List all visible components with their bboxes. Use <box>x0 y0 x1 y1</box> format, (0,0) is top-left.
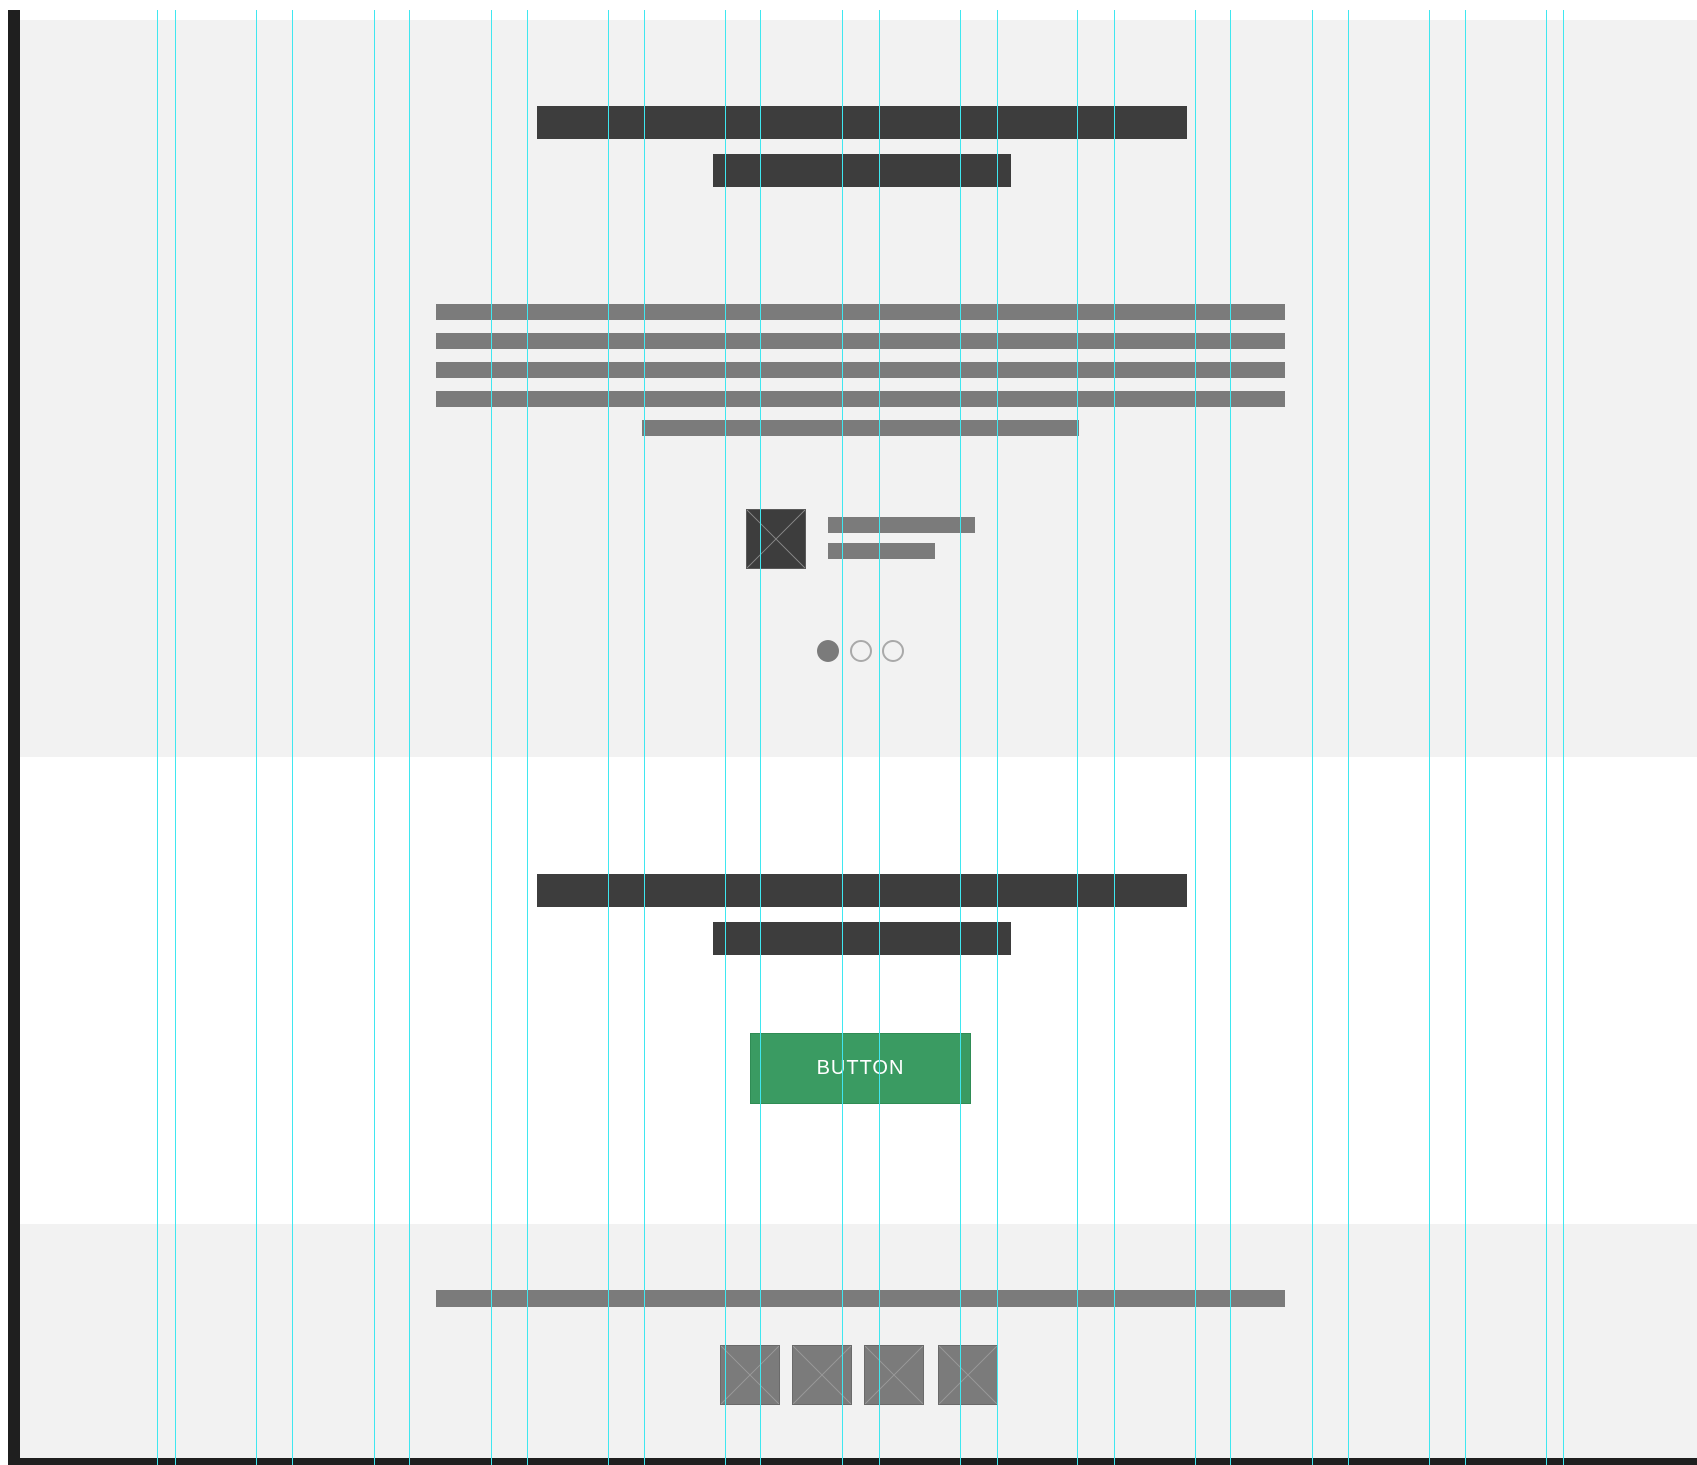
hero-text-line-2 <box>436 333 1285 349</box>
image-placeholder-icon <box>939 1346 997 1404</box>
image-placeholder-icon <box>793 1346 851 1404</box>
social-icon-4[interactable] <box>938 1345 998 1405</box>
hero-text-line-5 <box>642 420 1079 436</box>
hero-headline-line-2 <box>713 154 1011 187</box>
author-name-line <box>828 517 975 533</box>
author-image-placeholder <box>746 509 806 569</box>
hero-text-line-3 <box>436 362 1285 378</box>
canvas-frame-bottom <box>8 1458 1697 1465</box>
social-icon-2[interactable] <box>792 1345 852 1405</box>
social-icon-1[interactable] <box>720 1345 780 1405</box>
hero-text-line-4 <box>436 391 1285 407</box>
hero-headline-line-1 <box>537 106 1187 139</box>
footer-text-line <box>436 1290 1285 1307</box>
hero-text-line-1 <box>436 304 1285 320</box>
image-placeholder-icon <box>747 510 805 568</box>
carousel-dot-1[interactable] <box>817 640 839 662</box>
image-placeholder-icon <box>865 1346 923 1404</box>
cta-button[interactable]: BUTTON <box>750 1033 971 1104</box>
cta-headline-line-2 <box>713 922 1011 955</box>
author-title-line <box>828 543 935 559</box>
canvas-frame-left <box>8 10 20 1465</box>
cta-headline-line-1 <box>537 874 1187 907</box>
footer-section <box>20 1224 1697 1458</box>
carousel-dot-2[interactable] <box>850 640 872 662</box>
social-icon-3[interactable] <box>864 1345 924 1405</box>
image-placeholder-icon <box>721 1346 779 1404</box>
cta-section <box>20 757 1697 1224</box>
carousel-dot-3[interactable] <box>882 640 904 662</box>
